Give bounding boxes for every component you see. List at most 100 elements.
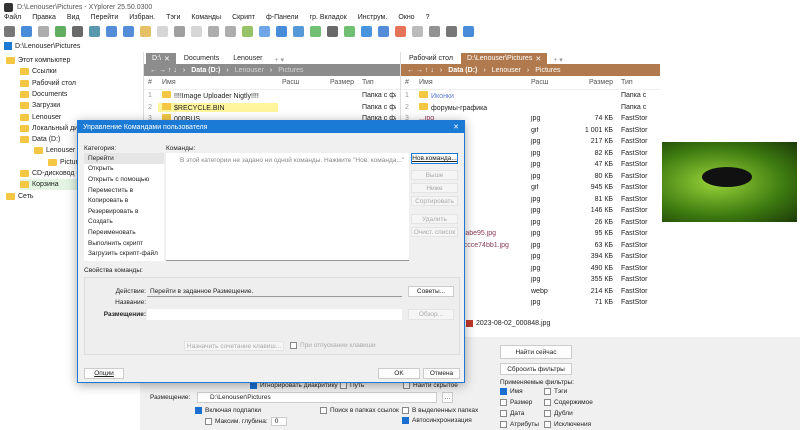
tree-item[interactable]: Локальный диск: [20, 123, 85, 134]
tab[interactable]: D:\Lenouser\Pictures ✕: [460, 53, 548, 64]
path-checkbox[interactable]: [340, 382, 347, 389]
nav-arrows-icon[interactable]: ← → ↑ ↓: [407, 67, 434, 74]
toolbar-button-icon[interactable]: [463, 26, 474, 37]
menu-item[interactable]: Скрипт: [232, 14, 255, 21]
column-header[interactable]: Имя: [158, 79, 278, 86]
nav-arrows-icon[interactable]: ← → ↑ ↓: [150, 67, 177, 74]
toolbar-button-icon[interactable]: [72, 26, 83, 37]
toolbar-button-icon[interactable]: [225, 26, 236, 37]
menu-item[interactable]: ф-Панели: [266, 14, 299, 21]
max-depth-checkbox[interactable]: [205, 418, 212, 425]
move-down-button[interactable]: Ниже: [411, 183, 458, 193]
filter-checkbox[interactable]: [500, 388, 507, 395]
toolbar-button-icon[interactable]: [327, 26, 338, 37]
file-row[interactable]: 1 !!!!Image Uploader Nigtly!!!! Папка с фа: [144, 90, 400, 102]
column-header[interactable]: Размер: [318, 79, 358, 86]
browse-location-button[interactable]: …: [442, 392, 453, 403]
tab[interactable]: Lenouser: [227, 53, 268, 64]
toolbar-button-icon[interactable]: [55, 26, 66, 37]
browse-button[interactable]: Обзор...: [408, 309, 454, 320]
tree-item[interactable]: Рабочий стол: [20, 78, 76, 89]
filter-checkbox[interactable]: [544, 410, 551, 417]
toolbar-button-icon[interactable]: [106, 26, 117, 37]
ignore-diacritics-checkbox[interactable]: [250, 382, 257, 389]
category-item[interactable]: Переместить в: [84, 185, 164, 196]
crumb[interactable]: Pictures: [278, 67, 303, 74]
filter-option[interactable]: Содержимое: [544, 399, 593, 406]
filter-option[interactable]: Исключения: [544, 421, 591, 428]
assign-hotkey-button[interactable]: Назначить сочетание клавиш...: [184, 341, 284, 351]
crumb[interactable]: Lenouser: [235, 67, 264, 74]
menu-item[interactable]: Избран.: [129, 14, 155, 21]
left-breadcrumb[interactable]: ← → ↑ ↓ › Data (D:) › Lenouser › Pictures: [144, 64, 400, 76]
tree-item[interactable]: Data (D:): [20, 134, 60, 145]
file-row[interactable]: 2 $RECYCLE.BIN Папка с фа: [144, 102, 400, 114]
toolbar-button-icon[interactable]: [395, 26, 406, 37]
toolbar-button-icon[interactable]: [276, 26, 287, 37]
cancel-button[interactable]: Отмена: [423, 368, 460, 379]
category-item[interactable]: Открыть: [84, 164, 164, 175]
search-location-input[interactable]: D:\Lenouser\Pictures: [197, 392, 437, 403]
sort-button[interactable]: Сортировать: [411, 196, 458, 206]
category-item[interactable]: Резервировать в: [84, 206, 164, 217]
menu-item[interactable]: Команды: [191, 14, 221, 21]
column-header[interactable]: Тип: [617, 79, 657, 86]
menu-item[interactable]: Файл: [4, 14, 21, 21]
category-list[interactable]: Перейти Открыть Открыть с помощью Перемести…: [84, 153, 164, 261]
filter-checkbox[interactable]: [500, 421, 507, 428]
column-header[interactable]: Тип: [358, 79, 396, 86]
toolbar-button-icon[interactable]: [157, 26, 168, 37]
max-depth-select[interactable]: 0: [270, 417, 288, 426]
new-tab-icon[interactable]: + ▾: [270, 56, 288, 64]
tree-item[interactable]: Сеть: [6, 191, 34, 202]
column-header[interactable]: #: [401, 79, 415, 86]
right-breadcrumb[interactable]: ← → ↑ ↓ › Data (D:) › Lenouser › Pictures: [401, 64, 660, 76]
category-item[interactable]: Загрузить скрипт-файл: [84, 248, 164, 259]
toolbar-button-icon[interactable]: [344, 26, 355, 37]
menu-item[interactable]: Перейти: [91, 14, 119, 21]
category-item[interactable]: Копировать в: [84, 195, 164, 206]
category-item[interactable]: Открыть с помощью: [84, 174, 164, 185]
category-item[interactable]: Переименовать: [84, 227, 164, 238]
find-hidden-checkbox[interactable]: [403, 382, 410, 389]
toolbar-button-icon[interactable]: [310, 26, 321, 37]
search-links-checkbox[interactable]: [320, 407, 327, 414]
include-subfolders-checkbox[interactable]: [195, 407, 202, 414]
column-header[interactable]: Размер: [567, 79, 617, 86]
toolbar-button-icon[interactable]: [446, 26, 457, 37]
move-up-button[interactable]: Выше: [411, 170, 458, 180]
filter-option[interactable]: Дата: [500, 410, 524, 417]
menu-item[interactable]: гр. Вкладок: [310, 14, 347, 21]
column-header[interactable]: Имя: [415, 79, 527, 86]
file-row[interactable]: 2 форумы-графика Папка с: [401, 102, 660, 114]
tree-item[interactable]: Загрузки: [20, 100, 60, 111]
close-tab-icon[interactable]: ✕: [164, 55, 170, 63]
menu-item[interactable]: Тэги: [166, 14, 180, 21]
toolbar-button-icon[interactable]: [38, 26, 49, 37]
toolbar-button-icon[interactable]: [293, 26, 304, 37]
category-item[interactable]: Перейти: [84, 153, 164, 164]
crumb[interactable]: Data (D:): [191, 67, 220, 74]
filter-checkbox[interactable]: [544, 388, 551, 395]
toolbar-button-icon[interactable]: [259, 26, 270, 37]
filter-checkbox[interactable]: [500, 410, 507, 417]
options-button[interactable]: Опции: [84, 368, 124, 379]
tab[interactable]: D:\ ✕: [146, 53, 176, 64]
crumb[interactable]: Lenouser: [492, 67, 521, 74]
ok-button[interactable]: OK: [378, 368, 420, 379]
tab[interactable]: Рабочий стол: [403, 53, 459, 64]
file-row[interactable]: 1 Иконки Папка с: [401, 90, 660, 102]
commands-list[interactable]: В этой категории не задано ни одной кома…: [166, 153, 409, 261]
filter-checkbox[interactable]: [544, 399, 551, 406]
toolbar-button-icon[interactable]: [378, 26, 389, 37]
menu-item[interactable]: Вид: [67, 14, 80, 21]
column-header[interactable]: Расш: [527, 79, 567, 86]
delete-button[interactable]: Удалить: [411, 214, 458, 224]
in-selected-checkbox[interactable]: [402, 407, 409, 414]
address-text[interactable]: D:\Lenouser\Pictures: [15, 43, 80, 50]
tips-button[interactable]: Советы...: [408, 286, 454, 297]
filter-option[interactable]: Имя: [500, 388, 523, 395]
filter-option[interactable]: Размер: [500, 399, 532, 406]
new-command-button[interactable]: Нов.команда...: [411, 153, 458, 164]
column-header[interactable]: Расш: [278, 79, 318, 86]
